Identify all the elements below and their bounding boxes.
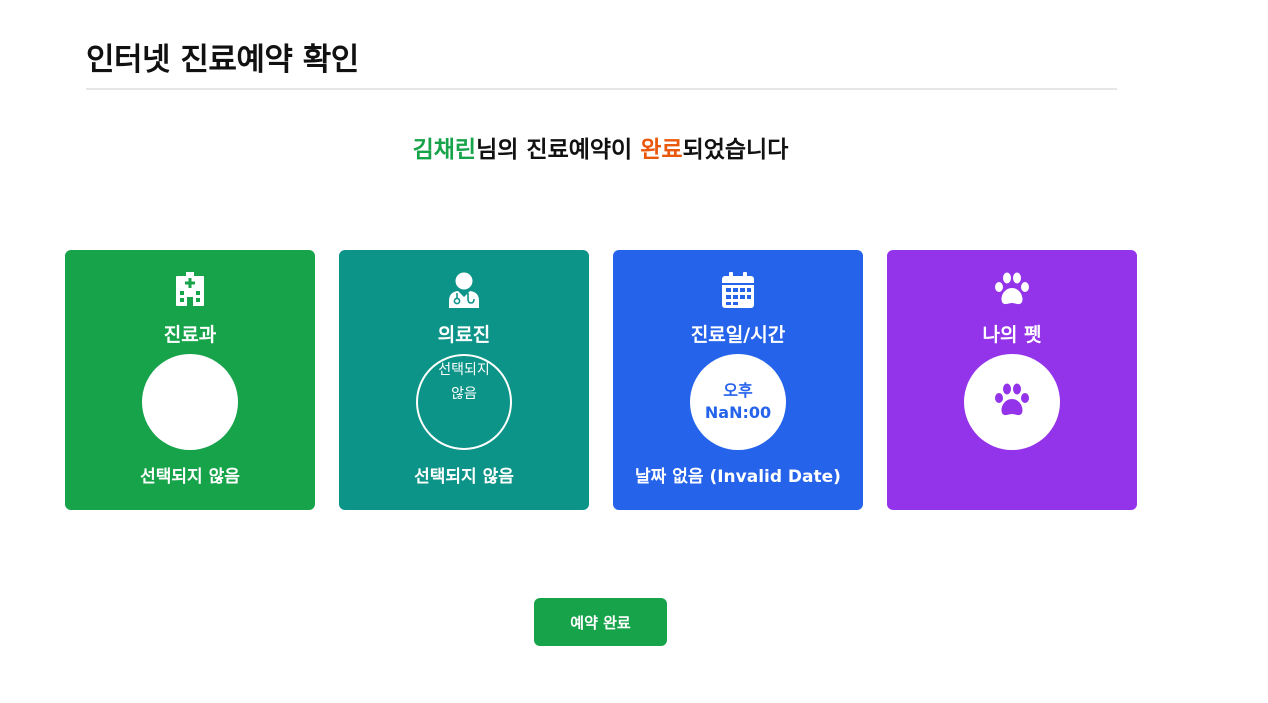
pet-card-title: 나의 펫 [982, 324, 1042, 346]
doctor-circle-line2: 않음 [451, 386, 477, 402]
hospital-icon [65, 272, 315, 306]
time-value: NaN:00 [704, 403, 772, 422]
datetime-card[interactable]: 진료일/시간 오후 NaN:00 날짜 없음 (Invalid Date) [613, 250, 863, 510]
doctor-card-title: 의료진 [437, 324, 491, 346]
department-card-title: 진료과 [163, 324, 217, 346]
datetime-card-title: 진료일/시간 [690, 324, 786, 346]
doctor-circle: 선택되지 않음 [416, 354, 512, 450]
status-word: 완료 [640, 137, 683, 163]
message-text-end: 되었습니다 [682, 137, 789, 163]
doctor-circle-line1: 선택되지 [438, 362, 490, 378]
doctor-icon [339, 272, 589, 308]
doctor-card-footer: 선택되지 않음 [414, 467, 514, 487]
paw-icon [994, 383, 1030, 421]
message-text-middle: 님의 진료예약이 [476, 137, 641, 163]
page-title: 인터넷 진료예약 확인 [86, 42, 359, 78]
confirmation-message: 김채린님의 진료예약이 완료되었습니다 [0, 130, 1201, 164]
department-card[interactable]: 진료과 선택되지 않음 [65, 250, 315, 510]
patient-name: 김채린 [412, 137, 477, 163]
department-circle [142, 354, 238, 450]
pet-circle [964, 354, 1060, 450]
pet-card[interactable]: 나의 펫 [887, 250, 1137, 510]
datetime-circle: 오후 NaN:00 [690, 354, 786, 450]
department-card-footer: 선택되지 않음 [140, 467, 240, 487]
doctor-card[interactable]: 의료진 선택되지 않음 선택되지 않음 [339, 250, 589, 510]
datetime-card-footer: 날짜 없음 (Invalid Date) [635, 467, 841, 487]
time-period: 오후 [723, 381, 753, 400]
confirm-reservation-button[interactable]: 예약 완료 [534, 598, 667, 646]
title-divider [86, 88, 1117, 90]
calendar-icon [613, 272, 863, 308]
paw-icon [887, 272, 1137, 306]
